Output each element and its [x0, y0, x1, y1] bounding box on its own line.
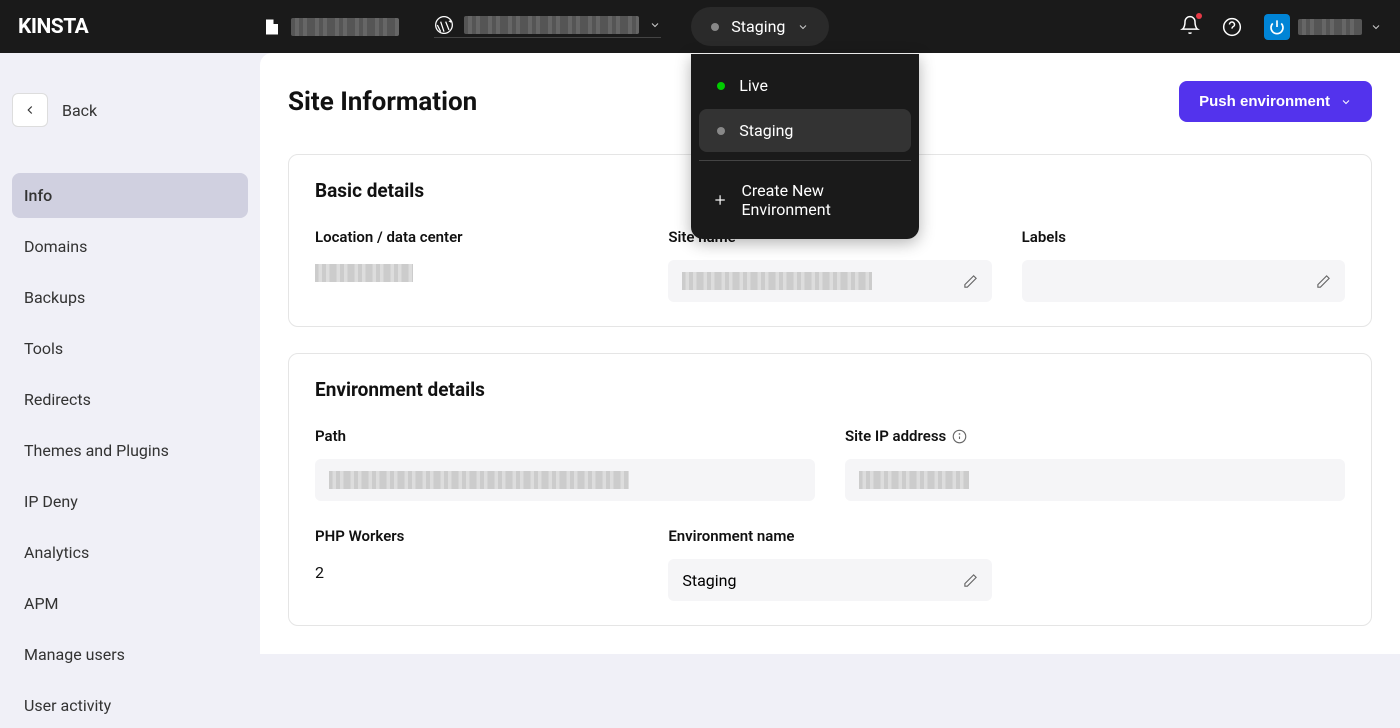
sidebar-item-tools[interactable]: Tools: [12, 326, 248, 371]
environment-details-card: Environment details Path Site IP address: [288, 353, 1372, 626]
top-bar: KINSTA Staging Live Staging C: [0, 0, 1400, 53]
back-label: Back: [62, 101, 97, 120]
sidebar-item-ip-deny[interactable]: IP Deny: [12, 479, 248, 524]
chevron-down-icon: [797, 21, 809, 33]
logo[interactable]: KINSTA: [18, 15, 88, 39]
env-name-value: Staging: [682, 571, 736, 590]
sidebar-item-info[interactable]: Info: [12, 173, 248, 218]
sidebar: Back Info Domains Backups Tools Redirect…: [0, 53, 260, 654]
env-option-staging[interactable]: Staging: [699, 109, 911, 152]
path-label: Path: [315, 427, 815, 445]
path-value-redacted: [329, 471, 629, 489]
env-option-label: Live: [739, 76, 768, 95]
env-name-field[interactable]: Staging: [668, 559, 991, 601]
environment-selected-label: Staging: [731, 17, 785, 36]
username-redacted: [1298, 19, 1362, 35]
ip-label: Site IP address: [845, 427, 1345, 445]
back-button[interactable]: [12, 93, 48, 127]
edit-icon: [963, 573, 978, 588]
plus-icon: [713, 192, 727, 208]
create-environment-button[interactable]: Create New Environment: [695, 169, 915, 231]
user-menu[interactable]: [1264, 14, 1382, 40]
create-environment-label: Create New Environment: [741, 181, 897, 219]
env-option-label: Staging: [739, 121, 793, 140]
page-title: Site Information: [288, 87, 477, 117]
status-dot-icon: [717, 82, 725, 90]
labels-field[interactable]: [1022, 260, 1345, 302]
ip-field: [845, 459, 1345, 501]
status-dot-icon: [711, 23, 719, 31]
chevron-down-icon: [1370, 21, 1382, 33]
status-dot-icon: [717, 127, 725, 135]
push-environment-button[interactable]: Push environment: [1179, 81, 1372, 122]
company-name-redacted: [291, 18, 399, 36]
site-name-field[interactable]: [668, 260, 991, 302]
environment-dropdown: Live Staging Create New Environment: [691, 54, 919, 239]
edit-icon: [1316, 274, 1331, 289]
card-title: Environment details: [315, 378, 1345, 401]
sidebar-item-backups[interactable]: Backups: [12, 275, 248, 320]
sidebar-item-redirects[interactable]: Redirects: [12, 377, 248, 422]
divider: [699, 160, 911, 161]
info-icon[interactable]: [952, 429, 967, 444]
chevron-down-icon: [649, 19, 661, 31]
location-label: Location / data center: [315, 228, 638, 246]
path-field: [315, 459, 815, 501]
company-selector[interactable]: [263, 18, 399, 36]
site-selector[interactable]: [434, 15, 661, 38]
notification-dot: [1196, 13, 1202, 19]
labels-label: Labels: [1022, 228, 1345, 246]
sidebar-item-user-activity[interactable]: User activity: [12, 683, 248, 728]
sidebar-item-manage-users[interactable]: Manage users: [12, 632, 248, 677]
php-workers-value: 2: [315, 559, 638, 586]
notifications-button[interactable]: [1180, 15, 1200, 39]
ip-value-redacted: [859, 471, 969, 489]
sidebar-item-themes-plugins[interactable]: Themes and Plugins: [12, 428, 248, 473]
building-icon: [263, 18, 281, 36]
environment-selector[interactable]: Staging: [691, 7, 829, 46]
edit-icon: [963, 274, 978, 289]
site-name-redacted: [464, 16, 639, 34]
power-icon: [1269, 19, 1285, 35]
sidebar-item-apm[interactable]: APM: [12, 581, 248, 626]
sidebar-item-analytics[interactable]: Analytics: [12, 530, 248, 575]
env-name-label: Environment name: [668, 527, 991, 545]
php-workers-label: PHP Workers: [315, 527, 638, 545]
arrow-left-icon: [23, 103, 37, 117]
sidebar-item-domains[interactable]: Domains: [12, 224, 248, 269]
site-name-value-redacted: [682, 272, 872, 290]
env-option-live[interactable]: Live: [699, 64, 911, 107]
avatar: [1264, 14, 1290, 40]
wordpress-icon: [434, 15, 454, 35]
help-icon[interactable]: [1222, 17, 1242, 37]
location-value-redacted: [315, 264, 413, 282]
push-environment-label: Push environment: [1199, 93, 1330, 110]
chevron-down-icon: [1340, 96, 1352, 108]
